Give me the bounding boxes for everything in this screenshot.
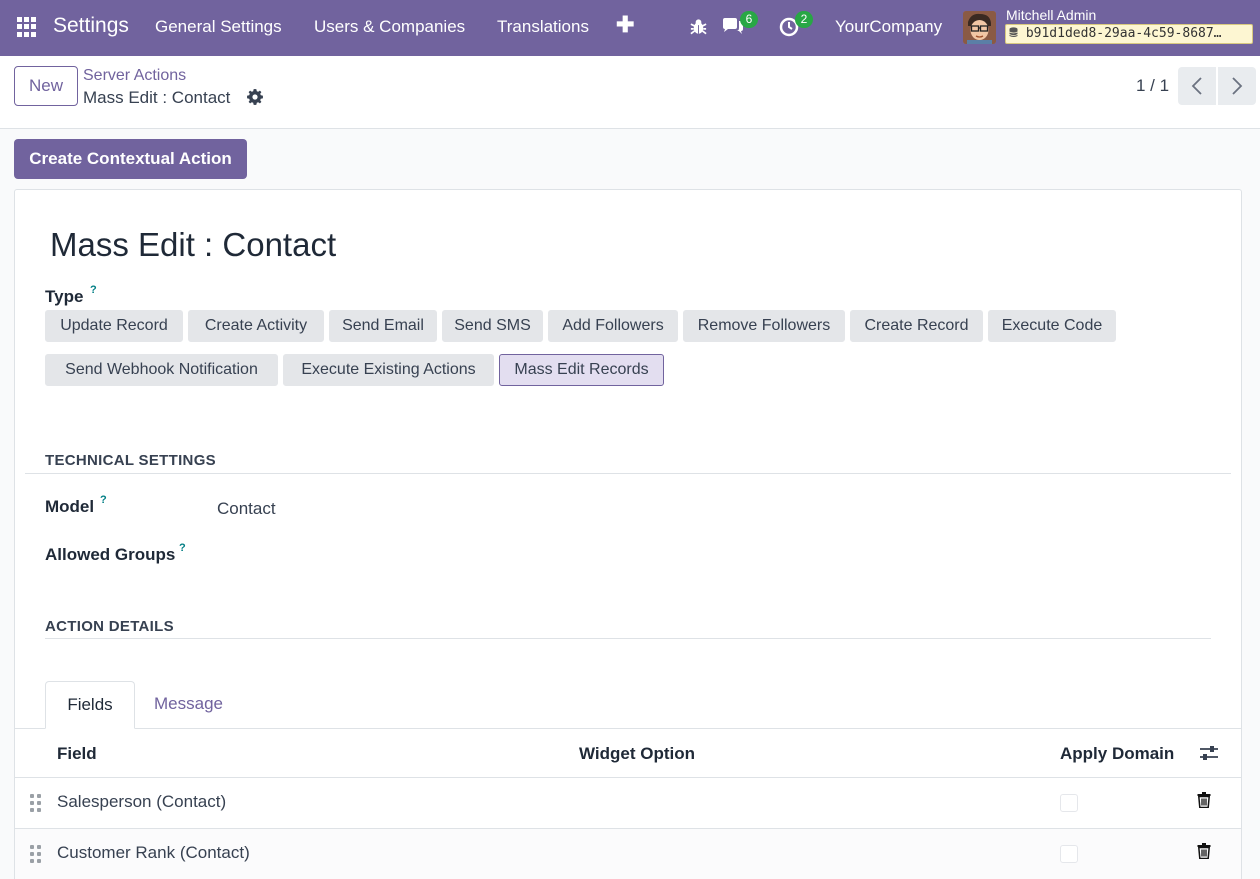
type-option-send-sms[interactable]: Send SMS bbox=[442, 310, 543, 342]
type-option-send-email[interactable]: Send Email bbox=[329, 310, 437, 342]
top-navbar: Settings General Settings Users & Compan… bbox=[0, 0, 1260, 56]
database-name-chip: b91d1ded8-29aa-4c59-8687… bbox=[1005, 24, 1253, 44]
database-icon bbox=[1009, 27, 1018, 37]
model-value: Contact bbox=[217, 499, 276, 518]
debug-bug-icon[interactable] bbox=[689, 17, 708, 42]
menu-general-settings[interactable]: General Settings bbox=[155, 17, 282, 37]
add-menu-icon[interactable]: ✚ bbox=[616, 12, 634, 38]
apply-domain-checkbox[interactable] bbox=[1060, 794, 1078, 812]
control-panel: New Server Actions Mass Edit : Contact 1… bbox=[0, 56, 1260, 129]
app-brand[interactable]: Settings bbox=[53, 14, 129, 38]
menu-users-companies[interactable]: Users & Companies bbox=[314, 17, 465, 37]
tab-fields[interactable]: Fields bbox=[45, 681, 135, 729]
row-field-name[interactable]: Salesperson (Contact) bbox=[57, 792, 226, 812]
table-row[interactable]: Salesperson (Contact) bbox=[15, 778, 1241, 829]
column-field[interactable]: Field bbox=[57, 744, 97, 764]
row-field-name[interactable]: Customer Rank (Contact) bbox=[57, 843, 250, 863]
create-contextual-action-button[interactable]: Create Contextual Action bbox=[14, 139, 247, 179]
type-option-send-webhook[interactable]: Send Webhook Notification bbox=[45, 354, 278, 386]
breadcrumb-current: Mass Edit : Contact bbox=[83, 88, 231, 107]
allowed-groups-field[interactable] bbox=[217, 545, 1197, 567]
pager-previous-button[interactable] bbox=[1178, 67, 1216, 105]
trash-icon[interactable] bbox=[1197, 843, 1211, 864]
menu-translations[interactable]: Translations bbox=[497, 17, 589, 37]
breadcrumb-server-actions[interactable]: Server Actions bbox=[83, 67, 186, 85]
type-option-mass-edit-records[interactable]: Mass Edit Records bbox=[499, 354, 664, 386]
tab-message[interactable]: Message bbox=[154, 694, 223, 714]
pager-value[interactable]: 1 / 1 bbox=[1136, 76, 1169, 96]
database-name: b91d1ded8-29aa-4c59-8687… bbox=[1025, 26, 1222, 41]
technical-settings-title: TECHNICAL SETTINGS bbox=[45, 452, 216, 469]
drag-handle-icon[interactable] bbox=[30, 794, 42, 812]
table-row[interactable]: Customer Rank (Contact) bbox=[15, 829, 1241, 879]
chevron-right-icon bbox=[1232, 77, 1243, 95]
action-details-divider bbox=[45, 638, 1211, 639]
column-widget-option[interactable]: Widget Option bbox=[579, 744, 695, 764]
chevron-left-icon bbox=[1191, 77, 1202, 95]
gear-icon[interactable] bbox=[247, 89, 263, 110]
type-option-create-record[interactable]: Create Record bbox=[850, 310, 983, 342]
chat-count-badge: 6 bbox=[740, 11, 758, 28]
type-option-execute-existing[interactable]: Execute Existing Actions bbox=[283, 354, 494, 386]
model-label: Model bbox=[45, 497, 95, 516]
new-button[interactable]: New bbox=[14, 66, 78, 106]
pager-next-button[interactable] bbox=[1218, 67, 1256, 105]
type-option-add-followers[interactable]: Add Followers bbox=[548, 310, 678, 342]
user-avatar[interactable] bbox=[963, 11, 996, 44]
type-option-remove-followers[interactable]: Remove Followers bbox=[683, 310, 845, 342]
type-label: Type bbox=[45, 287, 84, 306]
fields-table-header: Field Widget Option Apply Domain bbox=[15, 728, 1241, 778]
action-details-title: ACTION DETAILS bbox=[45, 618, 174, 635]
column-apply-domain[interactable]: Apply Domain bbox=[1060, 744, 1174, 764]
activity-count-badge: 2 bbox=[795, 11, 813, 28]
user-name[interactable]: Mitchell Admin bbox=[1006, 7, 1096, 23]
record-title[interactable]: Mass Edit : Contact bbox=[50, 226, 336, 264]
apply-domain-checkbox[interactable] bbox=[1060, 845, 1078, 863]
technical-settings-divider bbox=[25, 473, 1231, 474]
drag-handle-icon[interactable] bbox=[30, 845, 42, 863]
type-option-update-record[interactable]: Update Record bbox=[45, 310, 183, 342]
optional-columns-icon[interactable] bbox=[1199, 744, 1219, 767]
allowed-groups-label: Allowed Groups bbox=[45, 545, 176, 564]
model-help-icon[interactable]: ? bbox=[100, 494, 107, 506]
company-switcher[interactable]: YourCompany bbox=[835, 17, 942, 37]
apps-menu-icon[interactable] bbox=[17, 17, 37, 37]
trash-icon[interactable] bbox=[1197, 792, 1211, 813]
allowed-groups-help-icon[interactable]: ? bbox=[179, 542, 186, 554]
type-help-icon[interactable]: ? bbox=[90, 284, 97, 296]
type-option-execute-code[interactable]: Execute Code bbox=[988, 310, 1116, 342]
type-option-create-activity[interactable]: Create Activity bbox=[188, 310, 324, 342]
